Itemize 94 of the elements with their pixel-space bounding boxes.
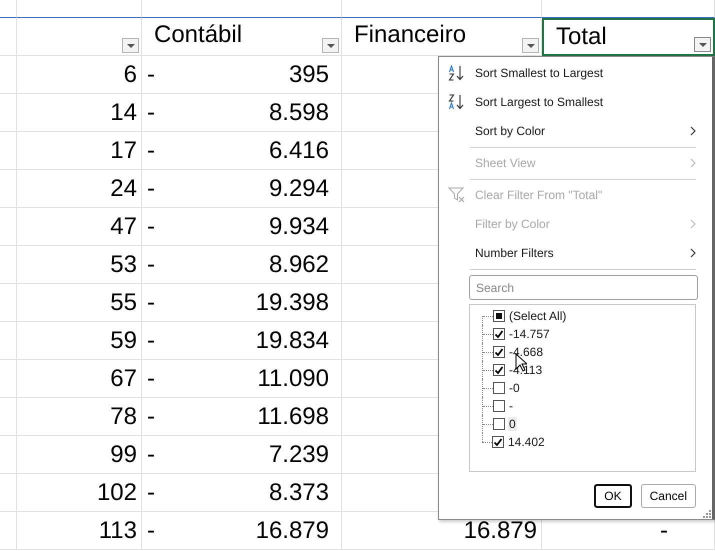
resize-grip-icon[interactable] bbox=[703, 510, 711, 518]
table-cell: 99 bbox=[17, 436, 142, 474]
value-text: 11.698 bbox=[257, 402, 329, 430]
sign-text: - bbox=[147, 478, 155, 506]
table-cell: 102 bbox=[17, 474, 142, 512]
column-header: Financeiro bbox=[354, 23, 466, 47]
chevron-right-icon bbox=[690, 218, 696, 228]
table-cell: 67 bbox=[17, 360, 142, 398]
filter-dropdown-button[interactable] bbox=[522, 38, 539, 53]
filter-dropdown-button[interactable] bbox=[322, 38, 339, 53]
value-text: 9.294 bbox=[268, 174, 329, 202]
chevron-right-icon bbox=[690, 248, 696, 258]
sign-text: - bbox=[147, 440, 155, 468]
sign-text: - bbox=[147, 60, 155, 88]
empty-cell bbox=[0, 398, 17, 436]
empty-cell bbox=[0, 360, 17, 398]
list-item[interactable]: 14.402 bbox=[507, 435, 546, 449]
checkbox[interactable] bbox=[493, 382, 505, 394]
empty-cell bbox=[0, 132, 17, 170]
empty-cell bbox=[0, 284, 17, 322]
value-text: 16.879 bbox=[256, 516, 329, 544]
column-header: Total bbox=[556, 25, 607, 49]
list-item[interactable]: 0 bbox=[508, 417, 517, 431]
dropdown-arrow-icon bbox=[698, 42, 706, 46]
sign-text: - bbox=[147, 250, 155, 278]
table-cell: 53 bbox=[17, 246, 142, 284]
table-cell: 78 bbox=[17, 398, 142, 436]
table-cell: 59 bbox=[17, 322, 142, 360]
list-item[interactable]: (Select All) bbox=[508, 309, 568, 323]
table-cell: 113 bbox=[17, 512, 142, 550]
empty-cell bbox=[0, 474, 17, 512]
empty-cell bbox=[0, 246, 17, 284]
chevron-right-icon bbox=[690, 126, 696, 136]
value-text: 9.934 bbox=[268, 212, 329, 240]
empty-cell bbox=[0, 322, 17, 360]
empty-cell bbox=[0, 56, 17, 94]
empty-cell bbox=[0, 0, 17, 18]
dropdown-arrow-icon bbox=[326, 44, 334, 48]
chevron-right-icon bbox=[690, 158, 696, 168]
sign-text: - bbox=[147, 136, 155, 164]
filter-dropdown-button[interactable] bbox=[122, 38, 139, 53]
table-cell: 47 bbox=[17, 208, 142, 246]
checkbox[interactable] bbox=[493, 328, 505, 340]
sign-text: - bbox=[147, 212, 155, 240]
table-cell: 24 bbox=[17, 170, 142, 208]
value-text: 11.090 bbox=[257, 364, 329, 392]
empty-cell bbox=[0, 436, 17, 474]
checkbox[interactable] bbox=[493, 400, 505, 412]
checkmark-icon bbox=[493, 437, 503, 447]
value-text: 6.416 bbox=[268, 136, 329, 164]
value-text: 8.962 bbox=[268, 250, 329, 278]
checkbox[interactable] bbox=[493, 346, 505, 358]
table-cell: 17 bbox=[17, 132, 142, 170]
clear-filter-icon bbox=[448, 186, 466, 202]
empty-cell bbox=[0, 94, 17, 132]
sign-text: - bbox=[147, 516, 155, 544]
checkbox[interactable] bbox=[493, 310, 505, 322]
empty-cell bbox=[0, 170, 17, 208]
sign-text: - bbox=[147, 98, 155, 126]
list-item[interactable]: -14.757 bbox=[508, 327, 551, 341]
list-item[interactable]: -4.668 bbox=[508, 345, 544, 359]
dropdown-arrow-icon bbox=[126, 44, 134, 48]
list-item[interactable]: - bbox=[508, 399, 514, 413]
empty-cell bbox=[0, 512, 17, 550]
sign-text: - bbox=[147, 288, 155, 316]
value-text: 7.239 bbox=[268, 440, 329, 468]
table-cell: 55 bbox=[17, 284, 142, 322]
selected-header-cell[interactable]: Total bbox=[542, 18, 715, 56]
list-item[interactable]: -0 bbox=[508, 381, 521, 395]
sign-text: - bbox=[147, 402, 155, 430]
checkbox[interactable] bbox=[493, 418, 505, 430]
checkbox[interactable] bbox=[493, 364, 505, 376]
value-text: 8.373 bbox=[268, 478, 329, 506]
cancel-button[interactable]: Cancel bbox=[640, 484, 696, 508]
value-text: 19.834 bbox=[256, 326, 329, 354]
empty-cell bbox=[0, 208, 17, 246]
dropdown-arrow-icon bbox=[526, 44, 534, 48]
sort-ascending-icon bbox=[448, 64, 466, 80]
table-cell: 6 bbox=[17, 56, 142, 94]
value-text: 8.598 bbox=[268, 98, 329, 126]
menu-item[interactable]: Sort Smallest to Largest bbox=[439, 58, 712, 87]
search-field[interactable]: Search bbox=[469, 275, 698, 300]
filter-dropdown-button[interactable] bbox=[694, 37, 711, 52]
menu-item[interactable]: Sort Largest to Smallest bbox=[439, 87, 712, 116]
checkbox[interactable] bbox=[492, 436, 504, 448]
table-cell: 14 bbox=[17, 94, 142, 132]
ok-button[interactable]: OK bbox=[594, 484, 632, 508]
sign-text: - bbox=[147, 364, 155, 392]
column-header: Contábil bbox=[154, 23, 242, 47]
value-text: 19.398 bbox=[256, 288, 329, 316]
sign-text: - bbox=[147, 326, 155, 354]
sign-text: - bbox=[147, 174, 155, 202]
sort-descending-icon bbox=[448, 94, 466, 110]
value-text: 395 bbox=[288, 60, 329, 88]
